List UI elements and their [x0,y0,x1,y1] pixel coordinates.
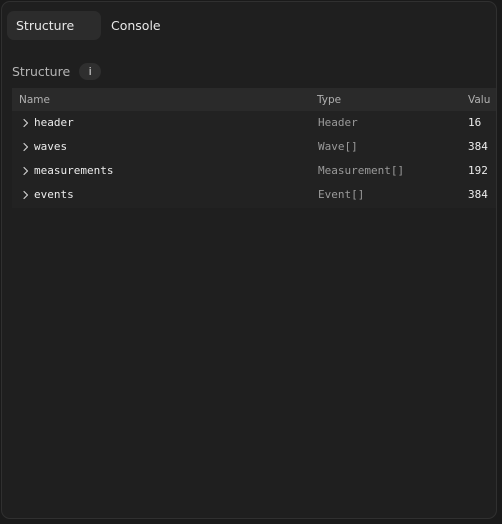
tab-structure-label: Structure [16,18,75,33]
table-row[interactable]: waves Wave[] 384 [12,135,496,159]
tab-console-label: Console [111,18,161,33]
table-row[interactable]: measurements Measurement[] 192 [12,159,496,183]
row-name: events [34,188,74,201]
row-type: Measurement[] [318,164,405,177]
tab-console[interactable]: Console [101,11,161,40]
row-type: Event[] [318,188,365,201]
row-value: 16 [468,116,482,129]
column-header-name[interactable]: Name [19,94,50,106]
chevron-right-icon[interactable] [21,118,31,128]
column-header-value[interactable]: Valu [468,94,490,106]
table-header: Name Type Valu [12,88,496,111]
section-title: Structure [12,63,71,79]
table-row[interactable]: events Event[] 384 [12,183,496,207]
table-row[interactable]: header Header 16 [12,111,496,135]
chevron-right-icon[interactable] [21,142,31,152]
row-value: 384 [468,188,488,201]
section-header: Structure i [12,62,102,80]
row-value: 192 [468,164,488,177]
info-icon[interactable]: i [79,62,102,80]
tab-bar: Structure Console [7,11,161,40]
chevron-right-icon[interactable] [21,190,31,200]
row-type: Header [318,116,358,129]
structure-panel: Structure Console Structure i Name Type … [1,1,497,519]
chevron-right-icon[interactable] [21,166,31,176]
row-type: Wave[] [318,140,358,153]
row-name: measurements [34,164,114,177]
column-header-type[interactable]: Type [317,94,341,106]
structure-table: Name Type Valu header Header 16 waves Wa… [12,88,496,208]
row-name: header [34,116,74,129]
row-value: 384 [468,140,488,153]
row-name: waves [34,140,68,153]
tab-structure[interactable]: Structure [7,11,101,40]
